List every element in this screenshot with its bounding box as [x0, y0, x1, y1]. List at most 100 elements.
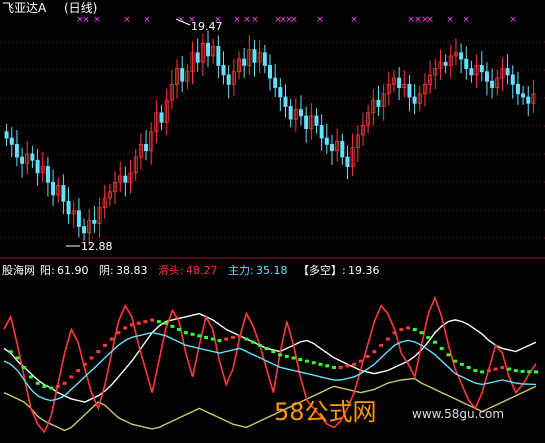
signal-block [271, 350, 276, 354]
signal-marker: × [290, 15, 298, 25]
price-chart[interactable]: ×× × × × × × × × × × ×××× × × × × ×× × × ×19.4712.88飞亚达A (日… [0, 0, 545, 443]
candle [51, 181, 56, 196]
candle [180, 68, 185, 82]
candle [515, 83, 520, 95]
candle [206, 42, 211, 57]
signal-block [123, 326, 128, 330]
signal-marker: × [251, 15, 259, 25]
signal-block [217, 339, 222, 343]
candle [35, 159, 40, 174]
candle [14, 143, 19, 158]
signal-block [69, 375, 74, 379]
signal-block [76, 369, 81, 373]
candle [484, 71, 489, 82]
indicator-label: 滑头: [158, 264, 184, 277]
candle [459, 52, 464, 60]
indicator-label: 【多空】: [298, 263, 346, 277]
indicator-line-阴 [3, 377, 537, 432]
candle [4, 131, 9, 139]
signal-block [534, 370, 538, 374]
candle [30, 153, 35, 161]
signal-marker: × [316, 15, 324, 25]
signal-block [453, 359, 458, 363]
stock-chart-window: × × × × × × × × × × × × × × × × × × × × × × × × 19.47 12.88 飞亚达A (日… [0, 0, 545, 443]
candle [526, 96, 531, 104]
candle [324, 137, 329, 145]
candle [61, 185, 66, 202]
signal-block [136, 321, 141, 325]
indicator-value: 48.27 [186, 264, 218, 277]
signal-block [210, 337, 215, 341]
signal-block [170, 324, 175, 328]
candle [479, 65, 484, 73]
signal-block [318, 362, 323, 366]
signal-block [244, 337, 249, 341]
candle [490, 80, 495, 88]
signal-block [473, 369, 478, 373]
candle [340, 140, 345, 158]
low-price-label: 12.88 [81, 240, 113, 253]
signal-marker: × [82, 15, 90, 25]
indicator-name: 股海网 [2, 263, 35, 277]
signal-block [527, 370, 532, 374]
signal-block [109, 337, 114, 341]
candle [304, 115, 309, 129]
signal-block [183, 331, 188, 335]
watermark-url: www.58gu.com [412, 407, 504, 421]
signal-block [62, 381, 67, 385]
signal-block [237, 334, 242, 338]
signal-block [103, 343, 108, 347]
candle [273, 77, 278, 88]
signal-block [513, 369, 518, 373]
candle [505, 68, 510, 76]
candle [407, 83, 412, 98]
candle [92, 219, 97, 224]
signal-block [331, 365, 336, 369]
signal-block [116, 331, 121, 335]
indicator-label: 阳: [40, 264, 55, 277]
signal-block [291, 356, 296, 360]
candle [314, 115, 319, 126]
candle [221, 65, 226, 76]
signal-block [480, 370, 485, 374]
signal-block [257, 343, 262, 347]
signal-block [459, 362, 464, 366]
indicator-line-阳 [3, 312, 537, 403]
signal-block [264, 347, 269, 350]
signal-block [412, 328, 417, 332]
signal-block [493, 367, 498, 371]
signal-marker: × [143, 15, 151, 25]
signal-marker: × [233, 15, 241, 25]
signal-block [392, 331, 397, 335]
candle [9, 137, 14, 145]
signal-block [28, 375, 33, 379]
signal-block [251, 340, 256, 344]
signal-block [190, 332, 195, 336]
indicator-value: 35.18 [256, 264, 288, 277]
signal-marker: × [426, 15, 434, 25]
signal-block [446, 353, 451, 357]
signal-block [365, 354, 370, 358]
indicator-value: 19.36 [348, 264, 380, 277]
signal-block [156, 320, 161, 324]
candle [510, 74, 515, 85]
signal-block [197, 334, 202, 338]
signal-block [379, 343, 384, 347]
signal-block [358, 359, 363, 363]
candle [521, 93, 526, 98]
signal-block [284, 354, 289, 358]
candle [144, 143, 149, 152]
signal-block [305, 359, 310, 363]
signal-block [345, 364, 350, 368]
signal-block [129, 323, 134, 327]
candle [412, 96, 417, 104]
signal-block [143, 320, 148, 324]
signal-block [55, 384, 60, 388]
signal-block [439, 347, 444, 350]
candle [288, 106, 293, 120]
candle [376, 99, 381, 107]
candle [195, 52, 200, 63]
signal-marker: × [446, 15, 454, 25]
candle [226, 74, 231, 85]
candle [464, 58, 469, 69]
